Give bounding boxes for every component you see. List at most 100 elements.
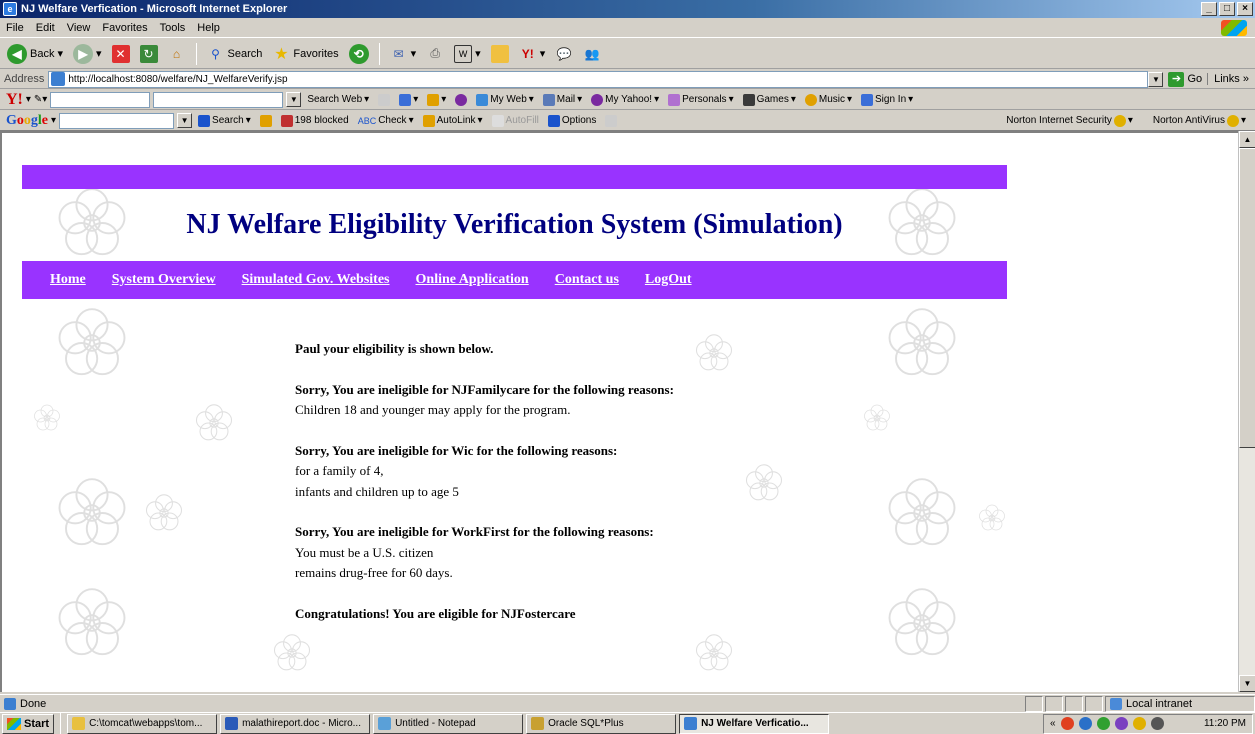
home-icon: ⌂ [172, 46, 181, 61]
scroll-down-button[interactable]: ▼ [1239, 675, 1255, 692]
search-button[interactable]: ⚲ Search [204, 42, 266, 66]
games-icon [742, 93, 755, 106]
highlighter-button[interactable] [602, 114, 620, 127]
search-web-button[interactable]: Search Web ▾ [304, 94, 372, 105]
address-input[interactable]: http://localhost:8080/welfare/NJ_Welfare… [48, 70, 1149, 88]
scroll-thumb[interactable] [1239, 148, 1255, 448]
popup-blocked-button[interactable]: 198 blocked [278, 114, 352, 127]
google-logo-icon[interactable]: Google [6, 113, 48, 129]
music-button[interactable]: Music ▾ [802, 93, 855, 106]
window-titlebar[interactable]: e NJ Welfare Verfication - Microsoft Int… [0, 0, 1255, 18]
nav-home-link[interactable]: Home [50, 272, 86, 288]
personals-button[interactable]: Personals ▾ [665, 93, 737, 106]
start-button[interactable]: Start [2, 713, 55, 734]
nav-simulated-gov-websites-link[interactable]: Simulated Gov. Websites [242, 272, 390, 288]
tray-norton-icon[interactable] [1132, 717, 1146, 730]
forward-button[interactable]: ▶ ▾ [70, 42, 105, 66]
menu-favorites[interactable]: Favorites [96, 22, 153, 34]
tray-network-icon[interactable] [1078, 717, 1092, 730]
highlighter-pen-icon [605, 114, 618, 127]
yahoo-search-input[interactable] [50, 91, 151, 108]
popup-blocker-button[interactable] [452, 93, 470, 106]
go-button[interactable]: ➔ Go [1163, 71, 1207, 87]
games-button[interactable]: Games ▾ [740, 93, 799, 106]
search-web-label: Search Web [307, 94, 363, 105]
antispy-button[interactable]: ▾ [424, 93, 449, 106]
mail-button[interactable]: ✉ ▾ [387, 42, 420, 66]
tray-messenger-icon[interactable] [1114, 717, 1128, 730]
pagerank-button[interactable] [257, 114, 275, 127]
google-search-dropdown[interactable]: ▼ [177, 113, 193, 128]
results-intro: Paul your eligibility is shown below. [295, 341, 494, 356]
nav-contact-us-link[interactable]: Contact us [555, 272, 619, 288]
messenger-button[interactable]: 💬 [552, 42, 576, 66]
scroll-up-button[interactable]: ▲ [1239, 131, 1255, 148]
chevron-down-icon[interactable]: ▾ [26, 94, 31, 105]
chevron-down-icon[interactable]: ▾ [51, 115, 56, 126]
minimize-button[interactable]: _ [1201, 2, 1217, 16]
menu-file[interactable]: File [0, 22, 30, 34]
taskbar-button-ie[interactable]: NJ Welfare Verficatio... [679, 713, 830, 734]
options-button[interactable]: Options [545, 114, 599, 127]
sign-in-button[interactable]: Sign In ▾ [858, 93, 916, 106]
status-cell [1045, 695, 1063, 712]
my-web-label: My Web [490, 94, 527, 105]
google-search-input[interactable] [59, 112, 175, 129]
vertical-scrollbar[interactable]: ▲ ▼ [1238, 131, 1255, 692]
links-button[interactable]: Links » [1207, 73, 1255, 85]
taskbar-button-notepad[interactable]: Untitled - Notepad [373, 713, 524, 734]
nav-logout-link[interactable]: LogOut [645, 272, 692, 288]
autolink-button[interactable]: AutoLink ▾ [420, 114, 486, 127]
taskbar-button-word[interactable]: malathireport.doc - Micro... [220, 713, 371, 734]
search-label: Search [227, 47, 263, 60]
print-button[interactable]: ⎙ [423, 42, 447, 66]
msn-button[interactable]: 👥 [580, 42, 604, 66]
tray-signal-icon[interactable] [1096, 717, 1110, 730]
menu-view[interactable]: View [61, 22, 97, 34]
taskbar-button-sqlplus[interactable]: Oracle SQL*Plus [526, 713, 677, 734]
autofill-button[interactable]: AutoFill [489, 114, 542, 127]
edit-button[interactable]: W ▾ [451, 42, 484, 66]
close-button[interactable]: × [1237, 2, 1253, 16]
refresh-button[interactable]: ↻ [137, 42, 161, 66]
history-icon: ⟲ [348, 43, 369, 64]
tray-volume-icon[interactable] [1150, 717, 1164, 730]
spell-check-button[interactable]: ABC Check ▾ [355, 115, 417, 126]
nav-online-application-link[interactable]: Online Application [416, 272, 529, 288]
address-dropdown-button[interactable]: ▼ [1148, 71, 1164, 87]
tray-expand-icon[interactable]: « [1050, 718, 1056, 729]
maximize-button[interactable]: □ [1219, 2, 1235, 16]
status-text-area: Done [0, 697, 1025, 710]
yahoo-logo-icon[interactable]: Y! [6, 91, 23, 109]
stop-button[interactable]: ✕ [109, 42, 133, 66]
history-button[interactable]: ⟲ [346, 42, 372, 66]
favorites-button[interactable]: ★ Favorites [269, 42, 341, 66]
layout-button[interactable]: ▾ [396, 93, 421, 106]
nav-system-overview-link[interactable]: System Overview [112, 272, 216, 288]
clock[interactable]: 11:20 PM [1204, 718, 1252, 729]
mail-label: Mail [556, 94, 576, 105]
yahoo-toolbar-button[interactable]: Y! ▾ [516, 42, 549, 66]
back-button[interactable]: ◀ Back ▾ [4, 42, 66, 66]
menu-edit[interactable]: Edit [30, 22, 61, 34]
highlight-button[interactable] [375, 93, 393, 106]
norton-antivirus-button[interactable]: Norton AntiVirus ▾ [1150, 114, 1249, 127]
pencil-icon[interactable]: ✎▾ [34, 94, 47, 105]
menu-tools[interactable]: Tools [154, 22, 192, 34]
mail-link-button[interactable]: Mail ▾ [540, 93, 585, 106]
word-doc-icon [225, 717, 239, 730]
google-search-button[interactable]: Search ▾ [195, 114, 254, 127]
window-title: NJ Welfare Verfication - Microsoft Inter… [21, 3, 288, 15]
yahoo-search-combo[interactable] [153, 91, 284, 108]
home-button[interactable]: ⌂ [165, 42, 189, 66]
tray-app-icon[interactable] [1060, 717, 1074, 730]
norton-security-button[interactable]: Norton Internet Security ▾ [1003, 114, 1136, 127]
taskbar-button-explorer[interactable]: C:\tomcat\webapps\tom... [67, 713, 218, 734]
menu-help[interactable]: Help [191, 22, 226, 34]
menu-bar: File Edit View Favorites Tools Help [0, 18, 1255, 38]
folder-button[interactable] [488, 42, 512, 66]
word-edit-icon: W [454, 44, 473, 63]
yahoo-search-dropdown[interactable]: ▼ [286, 92, 302, 107]
my-web-button[interactable]: My Web ▾ [473, 93, 537, 106]
my-yahoo-button[interactable]: My Yahoo! ▾ [588, 93, 662, 106]
